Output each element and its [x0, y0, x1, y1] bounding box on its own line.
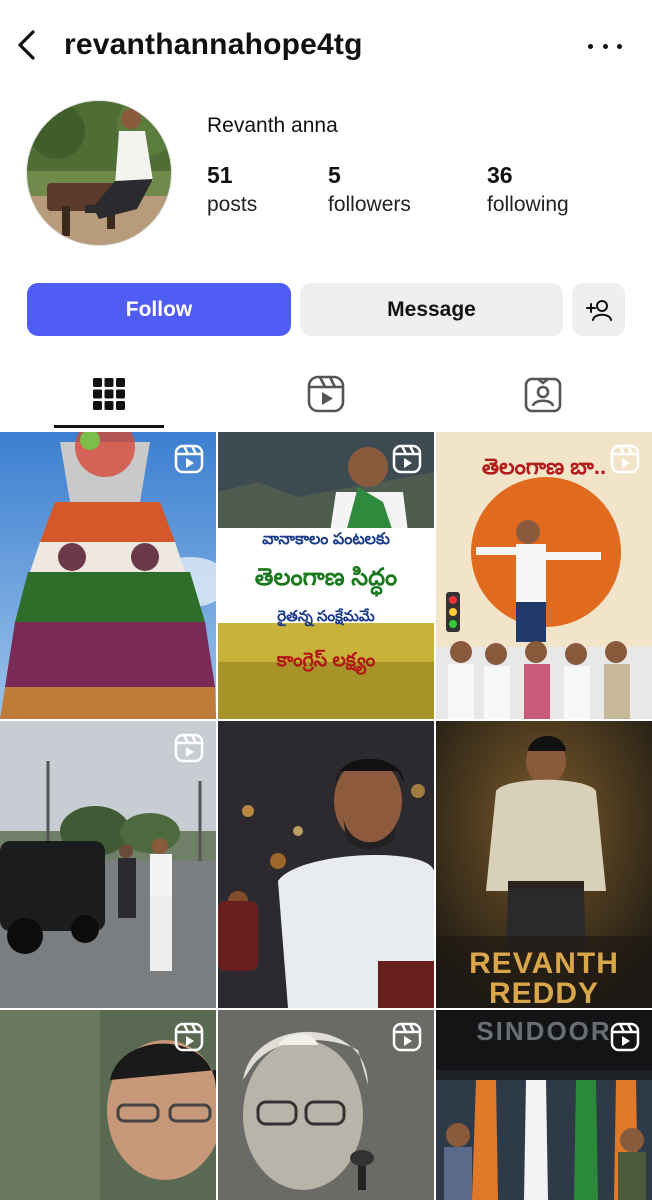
chevron-left-icon: [18, 30, 35, 60]
suggest-people-button[interactable]: [572, 283, 625, 336]
profile-display-name: Revanth anna: [207, 114, 338, 137]
reel-icon: [174, 733, 204, 763]
tab-reels[interactable]: [217, 362, 434, 426]
post-caption-line: రైతన్న సంక్షేమమే: [277, 608, 375, 625]
message-button[interactable]: Message: [300, 283, 563, 336]
reel-icon: [392, 1022, 422, 1052]
post-image: [0, 721, 216, 1008]
post-tile[interactable]: REVANTH REDDY: [436, 721, 652, 1008]
reels-icon: [307, 375, 344, 413]
follow-button[interactable]: Follow: [27, 283, 291, 336]
tagged-icon: [524, 377, 561, 413]
post-image: [218, 721, 434, 1008]
active-tab-indicator: [54, 425, 164, 428]
reel-icon: [610, 444, 640, 474]
top-bar: revanthannahope4tg: [0, 0, 652, 92]
profile-avatar[interactable]: [26, 100, 172, 246]
post-caption-line: కాంగ్రెస్ లక్ష్యం: [276, 650, 376, 671]
back-button[interactable]: [10, 28, 44, 62]
dot-icon: [617, 43, 622, 49]
reel-icon: [174, 444, 204, 474]
post-tile[interactable]: [218, 721, 434, 1008]
profile-username: revanthannahope4tg: [64, 28, 363, 61]
tab-posts-grid[interactable]: [0, 362, 217, 426]
post-caption-line: REVANTH: [469, 947, 619, 980]
post-tile[interactable]: SINDOOR: [436, 1010, 652, 1200]
post-caption-line: తెలంగాణ సిద్ధం: [254, 564, 398, 591]
posts-stat[interactable]: 51 posts: [207, 162, 257, 217]
add-person-icon: [585, 299, 612, 321]
followers-label: followers: [328, 193, 411, 216]
avatar-image: [27, 101, 171, 245]
dot-icon: [588, 43, 593, 49]
followers-count: 5: [328, 162, 341, 188]
following-count: 36: [487, 162, 513, 188]
post-tile[interactable]: [0, 1010, 216, 1200]
post-tile[interactable]: [0, 432, 216, 719]
posts-count: 51: [207, 162, 233, 188]
dot-icon: [602, 43, 608, 49]
post-image: [0, 432, 216, 719]
following-stat[interactable]: 36 following: [487, 162, 569, 217]
post-tile[interactable]: [218, 1010, 434, 1200]
post-tile[interactable]: [0, 721, 216, 1008]
reel-icon: [174, 1022, 204, 1052]
post-caption-line: REDDY: [488, 977, 599, 1008]
post-tile[interactable]: తెలంగాణ బా..: [436, 432, 652, 719]
tab-tagged[interactable]: [434, 362, 651, 426]
reel-icon: [610, 1022, 640, 1052]
reel-icon: [392, 444, 422, 474]
post-caption-line: వానాకాలం పంటలకు: [262, 531, 390, 548]
profile-tabs: [0, 362, 652, 426]
following-label: following: [487, 193, 569, 216]
posts-label: posts: [207, 193, 258, 216]
post-tile[interactable]: వానాకాలం పంటలకు తెలంగాణ సిద్ధం రైతన్న సం…: [218, 432, 434, 719]
more-options-button[interactable]: [588, 34, 622, 58]
grid-icon: [92, 378, 125, 410]
followers-stat[interactable]: 5 followers: [328, 162, 411, 217]
posts-grid: వానాకాలం పంటలకు తెలంగాణ సిద్ధం రైతన్న సం…: [0, 432, 652, 1200]
